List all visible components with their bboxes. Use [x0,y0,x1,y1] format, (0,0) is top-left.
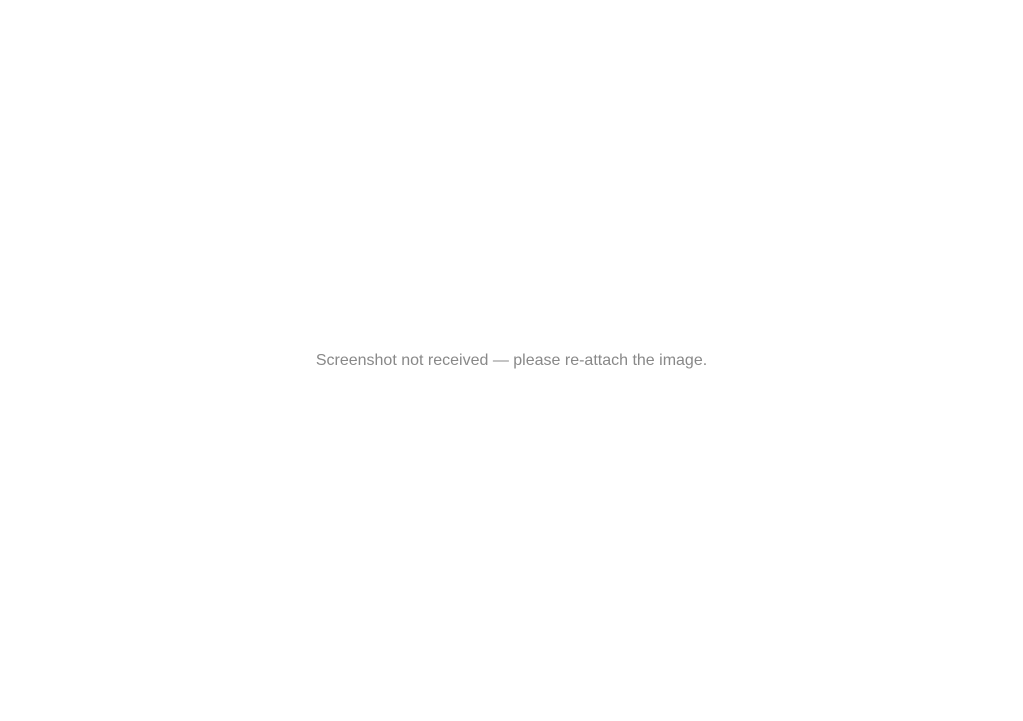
notice-text: Screenshot not received — please re-atta… [315,351,708,369]
missing-screenshot-notice: Screenshot not received — please re-atta… [0,0,1023,721]
